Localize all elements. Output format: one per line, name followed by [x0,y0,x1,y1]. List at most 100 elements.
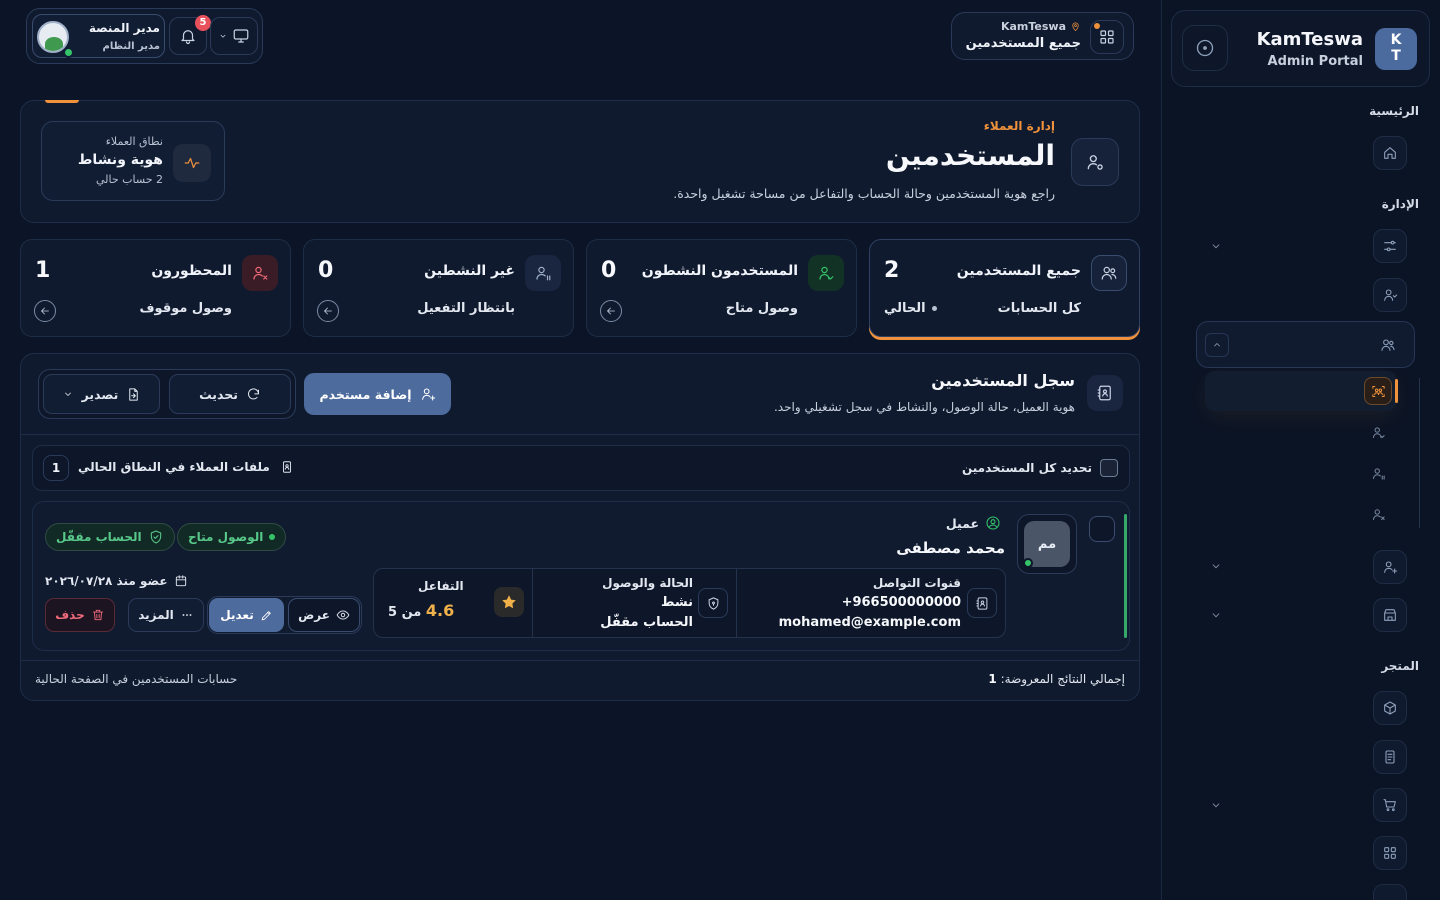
user-settings-icon [1087,155,1103,170]
files-label: ملفات العملاء في النطاق الحالي [78,460,270,474]
chevron-up-icon [1214,343,1220,347]
contacts-book-icon [975,596,987,610]
stat-open-button[interactable] [600,300,622,322]
trash-icon [92,609,103,621]
row-checkbox[interactable] [1089,516,1115,542]
chevron-down-icon[interactable] [1209,798,1223,812]
user-check-icon [819,266,834,280]
chevron-down-icon[interactable] [1209,608,1223,622]
sidebar-sub-active-users[interactable] [1364,418,1392,446]
stat-card-inactive-users[interactable]: غير النشطين 0 بانتظار التفعيل [303,239,574,337]
user-role: مدير النظام [102,41,160,52]
refresh-button[interactable]: تحديث [169,374,291,414]
sliders-icon [1384,240,1396,252]
sidebar-group-collapse[interactable] [1205,333,1229,357]
user-pause-icon [1372,467,1385,480]
registry-icon-box [1087,375,1123,411]
active-indicator [1395,379,1398,403]
divider [21,660,1139,661]
stat-card-all-users[interactable]: جميع المستخدمين 2 كل الحسابات الحالي [869,239,1140,337]
sidebar-sub-all-users[interactable] [1364,377,1392,405]
page-switcher[interactable]: KamTeswa جميع المستخدمين [951,12,1134,60]
stat-title: المحظورون [151,263,232,279]
bell-icon [181,30,195,45]
contact-title: قنوات التواصل [872,576,961,590]
home-icon [1384,147,1396,159]
current-dot [931,306,937,311]
divider [532,569,533,637]
sidebar-panel: K T KamTeswa Admin Portal الرئيسية الإدا… [1161,0,1440,900]
grid-icon [1384,847,1396,859]
brand-title: KamTeswa [1256,29,1363,50]
display-mode-button[interactable] [210,17,258,55]
table-row[interactable]: مم عميل محمد مصطفى الوصول متاح الحساب مق… [32,501,1130,651]
add-user-label: إضافة مستخدم [319,386,412,402]
locked-badge-label: الحساب مقفّل [56,530,142,544]
chevron-down-icon[interactable] [1209,559,1223,573]
edit-user-button[interactable]: تعديل [209,598,284,632]
sidebar-item-more[interactable] [1373,884,1407,900]
engagement-title: التفاعل [418,579,464,593]
workspace-name: KamTeswa [1000,20,1066,33]
user-name: مدير المنصة [88,21,160,35]
submenu-line [1419,378,1420,528]
export-button[interactable]: تصدير [43,374,160,414]
stat-card-active-users[interactable]: المستخدمون النشطون 0 وصول متاح [586,239,857,337]
users-registry: سجل المستخدمين هوية العميل، حالة الوصول،… [20,353,1140,701]
sidebar-sub-inactive-users[interactable] [1364,459,1392,487]
chevron-down-icon[interactable] [1209,239,1223,253]
sidebar-item-home[interactable] [1373,136,1407,170]
sidebar-item-orders[interactable] [1373,740,1407,774]
stat-open-button[interactable] [34,300,56,322]
user-info-panel: قنوات التواصل +966500000000 mohamed@exam… [373,568,1006,638]
hero-eyebrow: إدارة العملاء [983,119,1055,133]
scope-label: نطاق العملاء [105,135,163,148]
file-export-icon [129,387,139,401]
page-description: راجع هوية المستخدمين وحالة الحساب والتفا… [673,186,1055,201]
stat-card-blocked-users[interactable]: المحظورون 1 وصول موقوف [20,239,291,337]
user-menu-button[interactable]: مدير المنصة مدير النظام [32,14,165,58]
sidebar-section-store: المتجر [1381,659,1419,673]
sidebar-item-add-user[interactable] [1373,550,1407,584]
sidebar-item-categories[interactable] [1373,836,1407,870]
user-circle-icon [986,516,1000,530]
stat-icon-box [808,255,844,291]
add-user-button[interactable]: إضافة مستخدم [304,373,451,415]
header-user-area: مدير المنصة مدير النظام 5 [26,8,263,64]
user-name: محمد مصطفى [896,539,1005,557]
view-user-button[interactable]: عرض [288,598,360,632]
sidebar-item-users[interactable] [1373,278,1407,312]
results-total-value: 1 [988,672,997,686]
users-icon [1381,339,1395,351]
user-type-label: عميل [945,515,979,531]
bulk-selection-bar: تحديد كل المستخدمين ملفات العملاء في الن… [32,445,1130,491]
sidebar-item-settings[interactable] [1373,229,1407,263]
rating-icon-box [494,587,524,617]
page-hero: إدارة العملاء المستخدمين راجع هوية المست… [20,100,1140,223]
scope-count: 2 حساب حالي [96,173,163,186]
status-icon-box [698,588,728,618]
sidebar-item-products[interactable] [1373,691,1407,725]
sidebar-group-users[interactable] [1196,321,1415,368]
arrow-left-icon [41,307,49,315]
stat-title: المستخدمون النشطون [641,263,798,279]
select-all-label: تحديد كل المستخدمين [961,461,1092,475]
shield-lock-icon [708,596,718,610]
stat-open-button[interactable] [317,300,339,322]
sidebar-item-cart[interactable] [1373,788,1407,822]
select-all-checkbox[interactable] [1100,459,1118,477]
sidebar-sub-blocked-users[interactable] [1364,500,1392,528]
user-x-icon [1372,508,1385,520]
scope-value: هوية ونشاط [77,152,163,168]
delete-user-button[interactable]: حذف [45,598,115,632]
contact-icon-box [967,588,997,618]
sidebar-toggle-button[interactable] [1182,25,1228,71]
stat-subtitle: بانتظار التفعيل [417,301,515,316]
member-since-label: عضو منذ ٢٠٢٦/٠٧/٢٨ [45,574,168,588]
calendar-icon [175,575,186,587]
registry-description: هوية العميل، حالة الوصول، والنشاط في سجل… [773,400,1075,414]
sidebar-item-branches[interactable] [1373,598,1407,632]
more-actions-button[interactable]: المزيد [128,598,204,632]
stat-title: جميع المستخدمين [956,263,1081,279]
users-scan-icon [1371,385,1385,397]
